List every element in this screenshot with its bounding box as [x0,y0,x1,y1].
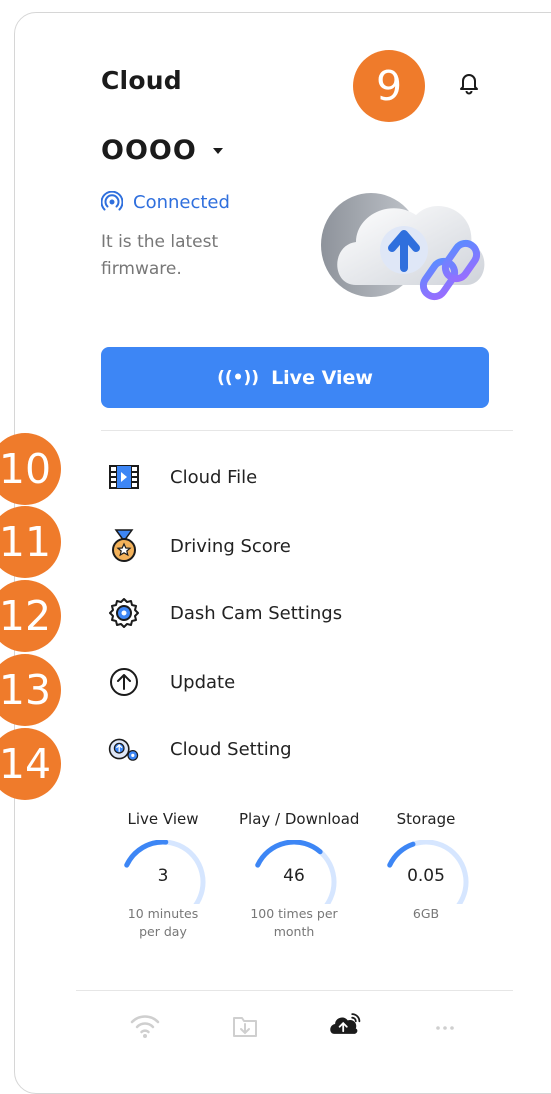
menu-item-update[interactable]: Update [108,664,235,700]
stat-subtitle: 10 minutes per day [108,905,218,941]
signal-icon [100,190,124,213]
stat-subtitle-line: 10 minutes [127,906,199,921]
more-icon [436,1026,454,1030]
menu-item-driving-score[interactable]: Driving Score [108,528,291,564]
menu-item-label: Cloud Setting [170,738,292,760]
usage-gauge: 46 [244,840,344,904]
page-title: Cloud [101,66,182,95]
stat-value: 0.05 [407,866,445,886]
connection-label: Connected [133,191,230,213]
menu-item-cloud-setting[interactable]: Cloud Setting [108,731,292,767]
menu-item-label: Dash Cam Settings [170,602,343,624]
caret-down-icon [212,147,223,154]
menu-item-label: Update [170,671,236,693]
callout-badge-9: 9 [353,50,425,122]
menu-item-label: Driving Score [170,535,291,557]
menu-item-dash-cam-settings[interactable]: Dash Cam Settings [108,595,342,631]
wifi-icon [130,1015,160,1038]
nav-more[interactable] [427,1008,463,1044]
stat-subtitle: 6GB [371,905,481,923]
device-name: OOOO [101,135,197,166]
cloud-gear-icon [108,733,140,765]
cloud-link-illustration [316,190,496,320]
divider [101,430,513,431]
stat-subtitle-line: month [273,924,315,939]
stat-live-view: Live View 3 10 minutes per day [108,810,218,941]
stat-title: Play / Download [239,810,360,828]
menu-item-label: Cloud File [170,466,258,488]
stat-play-download: Play / Download 46 100 times per month [239,810,360,941]
firmware-status: It is the latest firmware. [101,232,219,279]
stat-subtitle-line: 6GB [412,906,440,921]
usage-gauge: 0.05 [376,840,476,904]
usage-gauge: 3 [113,840,213,904]
nav-cloud[interactable] [327,1006,363,1042]
bell-icon[interactable] [456,70,482,96]
film-icon [108,461,140,493]
stat-value: 46 [283,866,305,886]
live-view-label: Live View [271,366,373,389]
stat-subtitle-line: 100 times per [250,906,338,921]
cloud-upload-icon [330,1013,361,1034]
arrow-up-circle-icon [108,666,140,698]
divider [76,990,513,991]
nav-wifi[interactable] [127,1008,163,1044]
connection-status: Connected [100,190,230,213]
gear-icon [108,597,140,629]
stat-storage: Storage 0.05 6GB [371,810,481,923]
download-folder-icon [233,1017,257,1037]
nav-download[interactable] [227,1008,263,1044]
menu-item-cloud-file[interactable]: Cloud File [108,459,257,495]
live-view-button[interactable]: ((•)) Live View [101,347,489,408]
stat-title: Storage [396,810,456,828]
device-selector[interactable]: OOOO [101,135,223,166]
stat-value: 3 [157,866,169,886]
stat-title: Live View [127,810,199,828]
medal-icon [108,529,140,562]
stat-subtitle: 100 times per month [239,905,349,941]
broadcast-icon: ((•)) [217,367,260,388]
stat-subtitle-line: per day [139,924,187,939]
